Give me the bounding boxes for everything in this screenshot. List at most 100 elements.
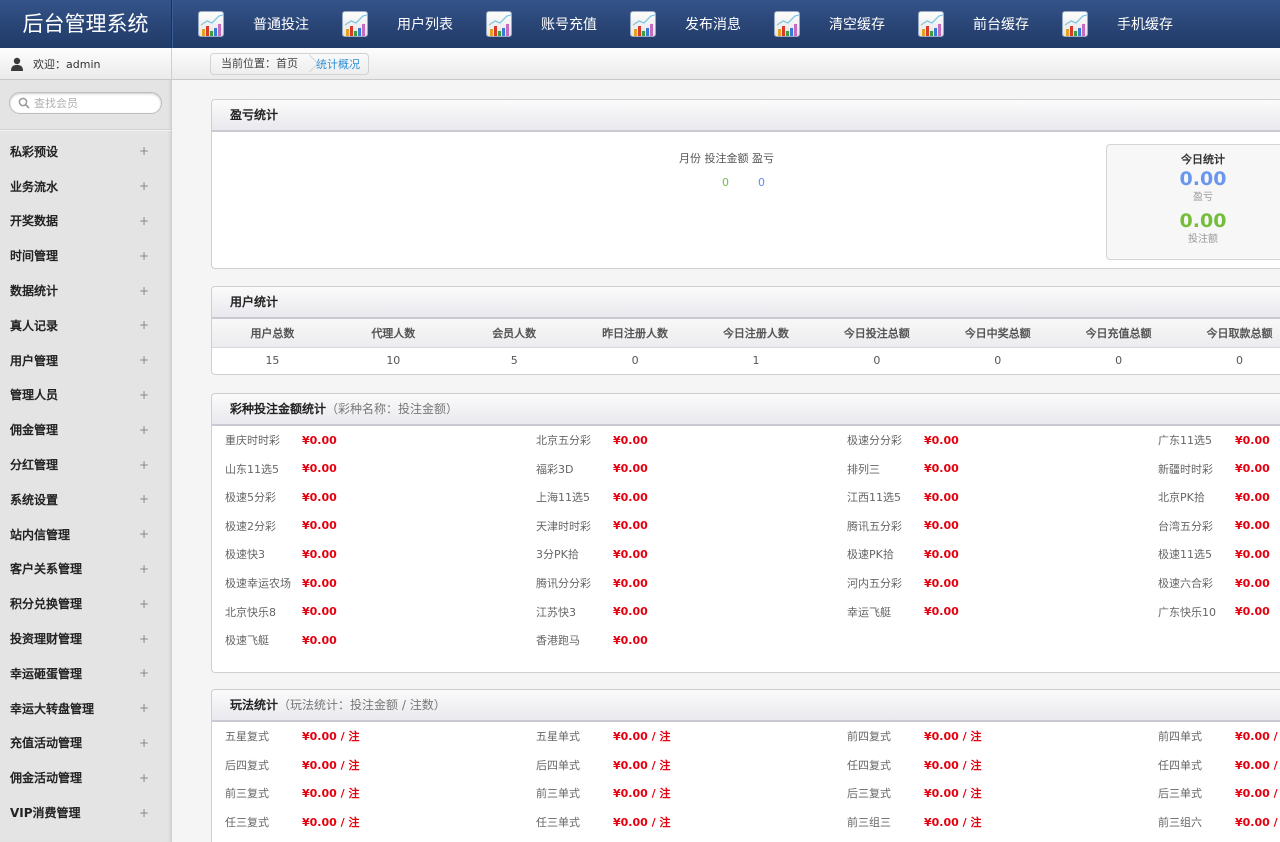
stat-name: 极速六合彩 (1158, 577, 1213, 590)
sidebar-item[interactable]: 业务流水 + (0, 169, 171, 204)
column-header: 今日中奖总额 (937, 319, 1059, 348)
expand-icon[interactable]: + (139, 144, 149, 158)
stat-name: 前三复式 (225, 787, 269, 801)
stat-item: 前四单式 ¥0.00 / 注 (1158, 726, 1280, 746)
stat-item: 后三单式 ¥0.00 / 注 (1158, 783, 1280, 803)
expand-icon[interactable]: + (139, 492, 149, 506)
sidebar-item[interactable]: 分红管理 + (0, 447, 171, 482)
expand-icon[interactable]: + (139, 179, 149, 193)
sidebar-item[interactable]: 真人记录 + (0, 308, 171, 343)
sidebar-item[interactable]: 用户管理 + (0, 343, 171, 378)
table-cell: 5 (510, 354, 518, 368)
sidebar-item[interactable]: 佣金管理 + (0, 412, 171, 447)
topnav-item[interactable]: 用户列表 (342, 0, 453, 48)
expand-icon[interactable]: + (139, 284, 149, 298)
expand-icon[interactable]: + (139, 527, 149, 541)
expand-icon[interactable]: + (139, 249, 149, 263)
sidebar-item[interactable]: 私彩预设 + (0, 134, 171, 169)
sidebar-item[interactable]: 管理人员 + (0, 378, 171, 413)
stat-value: ¥0.00 (924, 576, 959, 590)
stat-name: 北京PK拾 (1158, 491, 1205, 505)
stat-item: 前三组三 ¥0.00 / 注 (847, 812, 981, 832)
topnav-item[interactable]: 清空缓存 (774, 0, 885, 48)
stat-value: ¥0.00 (924, 490, 959, 504)
chart-icon (774, 11, 800, 37)
expand-icon[interactable]: + (139, 806, 149, 820)
sidebar-item-label: 真人记录 (10, 318, 59, 333)
stat-item: 台湾五分彩 ¥0.00 (1158, 516, 1270, 536)
search-box[interactable] (9, 92, 162, 114)
user-icon (11, 57, 23, 71)
stat-value: ¥0.00 (613, 633, 648, 647)
users-panel-title: 用户统计 (212, 287, 1280, 319)
sidebar-item[interactable]: 系统设置 + (0, 482, 171, 517)
stat-name: 极速2分彩 (225, 519, 276, 533)
stat-value: ¥0.00 (1235, 462, 1270, 476)
sidebar-item[interactable]: 幸运大转盘管理 + (0, 691, 171, 726)
expand-icon[interactable]: + (139, 666, 149, 680)
table-cell: 0 (1236, 354, 1243, 368)
expand-icon[interactable]: + (139, 318, 149, 332)
breadcrumb-home[interactable]: 当前位置：首页 (211, 54, 306, 74)
topnav-item[interactable]: 普通投注 (198, 0, 309, 48)
stat-item: 任三单式 ¥0.00 / 注 (536, 812, 670, 832)
sidebar-item[interactable]: 充值活动管理 + (0, 726, 171, 761)
expand-icon[interactable]: + (139, 736, 149, 750)
expand-icon[interactable]: + (139, 632, 149, 646)
sidebar-item[interactable]: 站内信管理 + (0, 517, 171, 552)
sidebar-item[interactable]: 幸运砸蛋管理 + (0, 656, 171, 691)
expand-icon[interactable]: + (139, 214, 149, 228)
stat-value: ¥0.00 / 注 (924, 758, 982, 772)
stat-item: 腾讯分分彩 ¥0.00 (536, 573, 648, 593)
stat-value: ¥0.00 / 注 (302, 758, 360, 772)
profit-panel: 盈亏统计 月份 投注金额 盈亏 0 0 今日统计 0.00 盈亏 0.00 投注… (211, 99, 1280, 269)
stat-value: ¥0.00 / 注 (924, 815, 982, 829)
stat-name: 福彩3D (536, 462, 574, 476)
expand-icon[interactable]: + (139, 771, 149, 785)
stat-name: 香港跑马 (536, 634, 580, 648)
sidebar-item[interactable]: 佣金活动管理 + (0, 760, 171, 795)
sidebar-item[interactable]: 时间管理 + (0, 238, 171, 273)
topnav-item[interactable]: 前台缓存 (918, 0, 1029, 48)
topnav-item[interactable]: 发布消息 (630, 0, 741, 48)
stat-name: 腾讯分分彩 (536, 577, 591, 590)
stat-value: ¥0.00 (924, 433, 959, 447)
stat-value: ¥0.00 (302, 576, 337, 590)
expand-icon[interactable]: + (139, 353, 149, 367)
sidebar-item[interactable]: 数据统计 + (0, 273, 171, 308)
sidebar-item[interactable]: 开奖数据 + (0, 204, 171, 239)
sidebar-item-label: 分红管理 (10, 458, 59, 473)
expand-icon[interactable]: + (139, 701, 149, 715)
sidebar-item[interactable]: VIP消费管理 + (0, 795, 171, 830)
stat-name: 江苏快3 (536, 605, 576, 619)
topnav-label: 手机缓存 (1117, 17, 1173, 33)
stat-item: 新疆时时彩 ¥0.00 (1158, 459, 1270, 479)
expand-icon[interactable]: + (139, 562, 149, 576)
stat-item: 前三复式 ¥0.00 / 注 (225, 783, 359, 803)
stat-value: ¥0.00 (302, 433, 337, 447)
sidebar-item[interactable]: 投资理财管理 + (0, 621, 171, 656)
stat-value: ¥0.00 (613, 490, 648, 504)
expand-icon[interactable]: + (139, 597, 149, 611)
expand-icon[interactable]: + (139, 423, 149, 437)
topnav-item[interactable]: 手机缓存 (1062, 0, 1173, 48)
stat-item: 排列三 ¥0.00 (847, 459, 959, 479)
breadcrumb-current[interactable]: 统计概况 (314, 56, 368, 72)
topnav-item[interactable]: 账号充值 (486, 0, 597, 48)
stat-name: 台湾五分彩 (1158, 519, 1213, 533)
column-header: 昨日注册人数 (574, 319, 696, 348)
sidebar-item[interactable]: 积分兑换管理 + (0, 586, 171, 621)
stat-item: 极速11选5 ¥0.00 (1158, 544, 1270, 564)
stat-value: ¥0.00 (1235, 576, 1270, 590)
topnav-label: 清空缓存 (829, 17, 885, 33)
expand-icon[interactable]: + (139, 388, 149, 402)
sidebar-item[interactable]: 客户关系管理 + (0, 552, 171, 587)
table-cell: 0 (873, 354, 881, 368)
stat-value: ¥0.00 (302, 490, 337, 504)
stat-name: 后四复式 (225, 758, 269, 772)
search-input[interactable] (34, 96, 154, 110)
stat-name: 极速飞艇 (225, 634, 269, 648)
profit-value: 0 (758, 176, 765, 189)
users-panel: 用户统计 用户总数 代理人数 会员人数 昨日注册人数 今日注册人数 今日投注总额 今日中奖总… (211, 286, 1280, 375)
expand-icon[interactable]: + (139, 458, 149, 472)
